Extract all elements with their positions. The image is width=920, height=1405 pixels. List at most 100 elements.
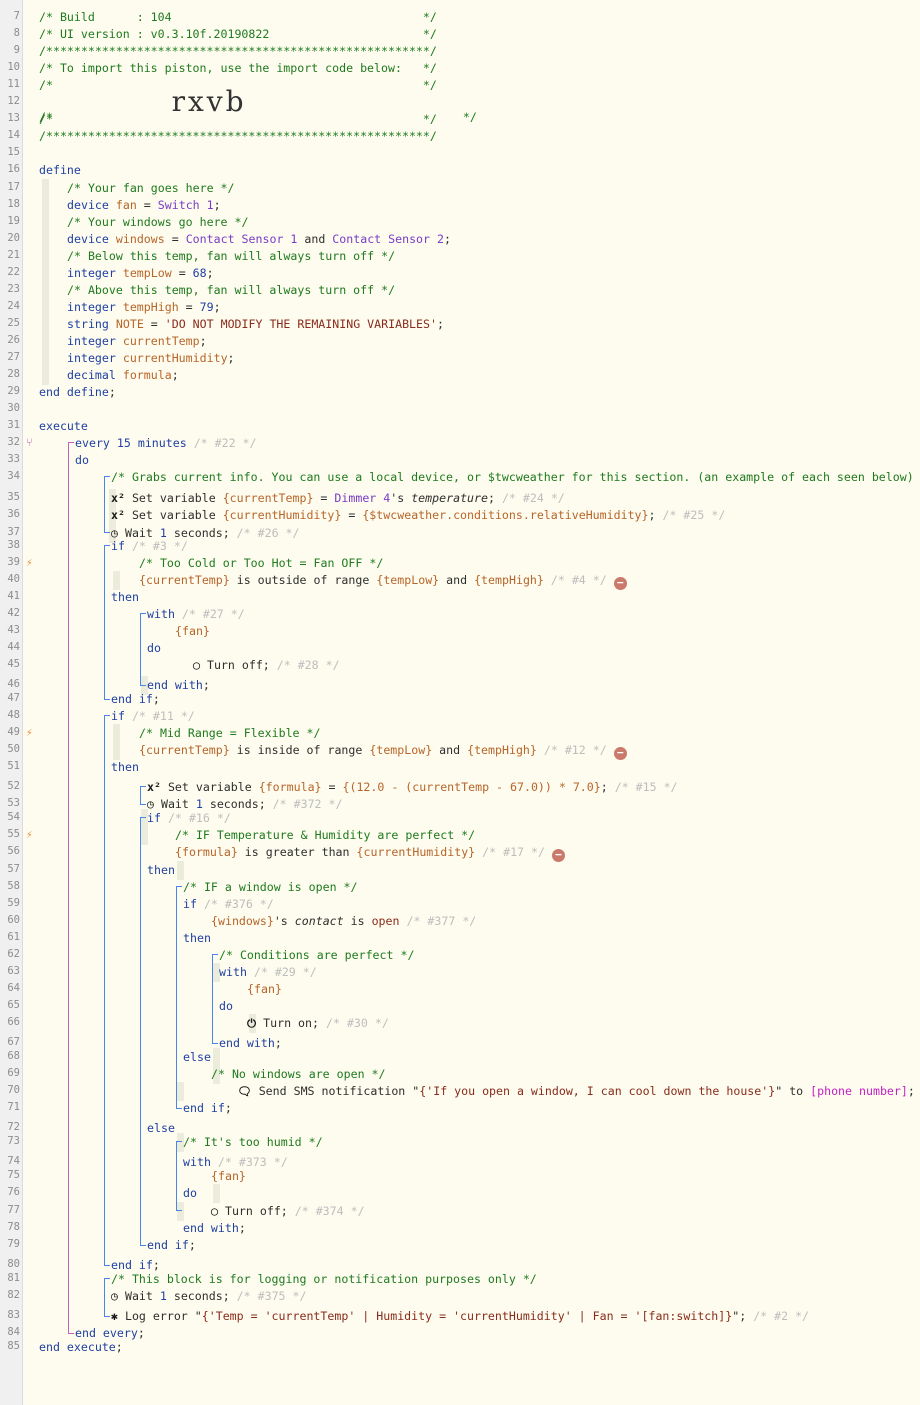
code-line[interactable]: /* Your fan goes here */ xyxy=(67,181,235,195)
code-line[interactable]: {formula} is greater than {currentHumidi… xyxy=(175,845,565,863)
piston-code-editor[interactable]: 7 8 9 10 11 12 13 14 15 16 17 18 19 20 21 22 23 24 25 26 27 2… xyxy=(0,0,920,1405)
code-line[interactable]: /* UI version : v0.3.10f.20190822 */ xyxy=(39,27,437,41)
code-line[interactable]: end if; xyxy=(111,692,160,706)
code-line[interactable]: {fan} xyxy=(175,624,210,638)
code-line[interactable]: end with; xyxy=(183,1221,246,1235)
block-bracket[interactable] xyxy=(104,544,110,700)
code-line[interactable]: with /* #373 */ xyxy=(183,1155,288,1169)
remove-condition-button[interactable]: − xyxy=(613,747,627,761)
code-line[interactable]: execute xyxy=(39,419,88,433)
code-line[interactable]: if /* #11 */ xyxy=(111,709,195,723)
code-line[interactable]: integer tempLow = 68; xyxy=(67,266,214,280)
code-line[interactable]: /* Too Cold or Too Hot = Fan OFF */ xyxy=(139,556,383,570)
code-line[interactable]: x² Set variable {formula} = {(12.0 - (cu… xyxy=(147,780,678,794)
code-line[interactable]: device windows = Contact Sensor 1 and Co… xyxy=(67,232,451,246)
block-bracket[interactable] xyxy=(140,612,146,686)
code-line[interactable]: do xyxy=(147,641,161,655)
code-line[interactable]: /* Below this temp, fan will always turn… xyxy=(67,249,395,263)
code-line[interactable]: if /* #376 */ xyxy=(183,897,274,911)
block-bracket[interactable] xyxy=(104,1277,110,1317)
block-bracket[interactable] xyxy=(176,885,182,1110)
code-line[interactable]: /* Mid Range = Flexible */ xyxy=(139,726,320,740)
code-line[interactable]: {currentTemp} is outside of range {tempL… xyxy=(139,573,627,590)
code-statement-id: /* #27 */ xyxy=(181,606,245,621)
block-bracket[interactable] xyxy=(104,715,110,1266)
code-line[interactable]: x² Set variable {currentHumidity} = {$tw… xyxy=(111,508,725,522)
remove-condition-button[interactable]: − xyxy=(551,849,565,863)
code-line[interactable]: /* Build : 104 */ xyxy=(39,10,437,24)
code-line[interactable]: /* No windows are open */ xyxy=(211,1067,386,1081)
block-bracket[interactable] xyxy=(212,953,218,1044)
code-statement-id: /* #376 */ xyxy=(203,896,274,911)
code-line[interactable]: /* To import this piston, use the import… xyxy=(39,61,437,75)
code-line[interactable]: /***************************************… xyxy=(39,44,437,58)
code-line[interactable]: {currentTemp} is inside of range {tempLo… xyxy=(139,743,627,761)
remove-condition-button[interactable]: − xyxy=(613,576,627,590)
code-line[interactable]: if /* #16 */ xyxy=(147,811,231,825)
code-line[interactable]: /* Grabs current info. You can use a loc… xyxy=(111,470,920,484)
code-line[interactable]: {fan} xyxy=(211,1169,246,1183)
code-line[interactable]: define xyxy=(39,163,81,177)
code-line[interactable]: ✱ Log error "{'Temp = 'currentTemp' | Hu… xyxy=(111,1309,809,1323)
code-line[interactable]: string NOTE = 'DO NOT MODIFY THE REMAINI… xyxy=(67,317,444,331)
code-line[interactable]: end execute; xyxy=(39,1340,123,1354)
code-line[interactable]: /* */ xyxy=(39,112,437,126)
code-line[interactable]: then xyxy=(183,931,211,945)
code-line[interactable]: if /* #3 */ xyxy=(111,539,188,553)
code-attribute: contact xyxy=(294,913,344,928)
code-line[interactable]: with /* #27 */ xyxy=(147,607,245,621)
code-line[interactable]: every 15 minutes /* #22 */ xyxy=(75,436,257,450)
code-line[interactable]: integer currentHumidity; xyxy=(67,351,235,365)
code-line[interactable]: /* IF Temperature & Humidity are perfect… xyxy=(175,828,475,842)
code-keyword: end if xyxy=(111,692,153,706)
code-line[interactable]: end if; xyxy=(147,1238,196,1252)
code-line[interactable]: do xyxy=(75,453,89,467)
code-line[interactable]: then xyxy=(111,590,139,604)
code-line[interactable]: else xyxy=(183,1050,211,1064)
code-line[interactable]: x² Set variable {currentTemp} = Dimmer 4… xyxy=(111,491,565,505)
code-line[interactable]: end if; xyxy=(111,1258,160,1272)
code-line[interactable]: end with; xyxy=(147,678,210,692)
code-line[interactable]: integer currentTemp; xyxy=(67,334,207,348)
code-line[interactable]: {windows}'s contact is open /* #377 */ xyxy=(211,914,476,928)
code-statement-id: /* #4 */ xyxy=(550,572,607,587)
code-line[interactable]: 🗨 Send SMS notification "{'If you open a… xyxy=(237,1084,920,1098)
code-line[interactable]: {fan} xyxy=(247,982,282,996)
block-bracket[interactable] xyxy=(104,476,110,534)
code-line[interactable]: /* Your windows go here */ xyxy=(67,215,248,229)
code-line[interactable]: decimal formula; xyxy=(67,368,179,382)
block-bracket[interactable] xyxy=(176,1141,182,1212)
code-line[interactable]: with /* #29 */ xyxy=(219,965,317,979)
code-comment: /* Grabs current info. You can use a loc… xyxy=(111,470,920,485)
code-line[interactable]: end if; xyxy=(183,1101,232,1115)
code-line[interactable]: ◷ Wait 1 seconds; /* #26 */ xyxy=(111,526,300,540)
block-bracket[interactable] xyxy=(68,442,74,1334)
code-line[interactable]: /* IF a window is open */ xyxy=(183,880,358,894)
code-line[interactable]: /* This block is for logging or notifica… xyxy=(111,1272,537,1286)
code-line[interactable]: do xyxy=(219,999,233,1013)
block-bracket[interactable] xyxy=(140,786,146,806)
code-line[interactable]: /* Conditions are perfect */ xyxy=(219,948,414,962)
code-line[interactable]: else xyxy=(147,1121,175,1135)
code-line[interactable]: ◯ Turn off; /* #374 */ xyxy=(211,1204,365,1218)
code-line[interactable]: /***************************************… xyxy=(39,129,437,143)
code-line[interactable]: do xyxy=(183,1186,197,1200)
code-keyword: integer xyxy=(67,351,123,365)
code-line[interactable]: ⏻ Turn on; /* #30 */ xyxy=(247,1016,389,1031)
code-line[interactable]: then xyxy=(111,760,139,774)
code-line[interactable]: ◯ Turn off; /* #28 */ xyxy=(193,658,340,672)
code-line[interactable]: device fan = Switch 1; xyxy=(67,198,221,212)
code-line[interactable]: integer tempHigh = 79; xyxy=(67,300,221,314)
code-line[interactable]: end with; xyxy=(219,1036,282,1050)
code-line[interactable]: /* It's too humid */ xyxy=(183,1135,323,1149)
line-number: 85 xyxy=(7,1339,20,1352)
code-text: ; xyxy=(206,265,214,280)
code-line[interactable]: end define; xyxy=(39,385,116,399)
block-bracket[interactable] xyxy=(140,817,146,1246)
code-line[interactable]: ◷ Wait 1 seconds; /* #375 */ xyxy=(111,1289,306,1303)
code-line[interactable]: end every; xyxy=(75,1326,145,1340)
statement-icon: x² xyxy=(111,491,125,506)
code-line[interactable]: ◷ Wait 1 seconds; /* #372 */ xyxy=(147,797,342,811)
code-line[interactable]: then xyxy=(147,863,175,877)
code-line[interactable]: /* Above this temp, fan will always turn… xyxy=(67,283,395,297)
